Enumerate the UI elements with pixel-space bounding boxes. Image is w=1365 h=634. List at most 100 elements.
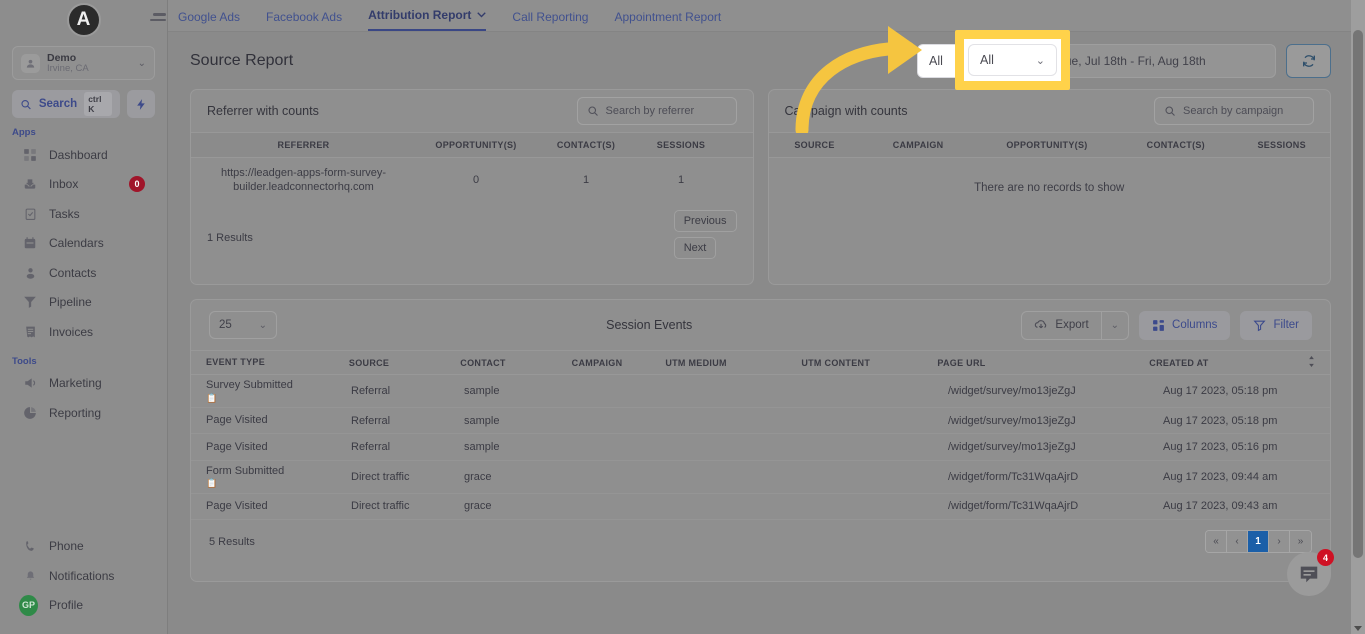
sidebar-item-profile[interactable]: GP Profile <box>0 591 168 621</box>
pagination-last[interactable]: » <box>1290 531 1311 552</box>
event-page-url: /widget/form/Tc31WqaAjrD <box>948 471 1163 483</box>
tab-label: Call Reporting <box>512 10 588 24</box>
sidebar-item-label: Invoices <box>49 325 93 339</box>
location-switcher[interactable]: Demo Irvine, CA ⌄ <box>12 46 155 80</box>
pie-chart-icon <box>22 405 38 421</box>
contacts-icon <box>22 265 38 281</box>
referrer-search-placeholder: Search by referrer <box>606 105 695 117</box>
page-size-select[interactable]: 25 ⌄ <box>209 311 277 339</box>
location-avatar-icon <box>21 54 40 73</box>
export-button[interactable]: Export <box>1021 311 1101 340</box>
tab-label: Facebook Ads <box>266 10 342 24</box>
sidebar-item-dashboard[interactable]: Dashboard <box>0 140 167 170</box>
session-events-footer: 5 Results « ‹ 1 › » <box>191 520 1330 563</box>
column-header: CONTACT(S) <box>536 140 636 150</box>
tab-google-ads[interactable]: Google Ads <box>178 10 240 31</box>
pagination-first[interactable]: « <box>1206 531 1227 552</box>
scrollbar-thumb[interactable] <box>1353 30 1363 558</box>
sidebar-item-phone[interactable]: Phone <box>0 532 168 562</box>
app-logo[interactable]: A <box>0 0 167 40</box>
referrer-card-footer: 1 Results Previous Next <box>191 202 753 272</box>
column-header: OPPORTUNITY(S) <box>416 140 536 150</box>
sort-icon[interactable] <box>1307 356 1330 369</box>
sidebar-item-tasks[interactable]: Tasks <box>0 199 167 229</box>
search-input[interactable]: Search ctrl K <box>12 90 120 118</box>
column-header: CONTACT(S) <box>1118 140 1233 150</box>
page-title: Source Report <box>190 52 293 70</box>
event-created-at: Aug 17 2023, 05:18 pm <box>1163 385 1323 397</box>
download-cloud-icon <box>1034 318 1048 332</box>
referrer-next-button[interactable]: Next <box>674 237 717 259</box>
tab-call-reporting[interactable]: Call Reporting <box>512 10 588 31</box>
refresh-button[interactable] <box>1286 44 1331 78</box>
columns-button[interactable]: Columns <box>1139 311 1230 340</box>
search-icon <box>587 105 599 117</box>
clipboard-icon[interactable]: 📋 <box>206 478 351 488</box>
event-contact: sample <box>464 385 577 397</box>
search-icon <box>1164 105 1176 117</box>
column-header: CONTACT <box>460 358 571 368</box>
sidebar-group-label-tools: Tools <box>12 356 167 367</box>
pagination-page-1[interactable]: 1 <box>1248 531 1269 552</box>
campaign-search-input[interactable]: Search by campaign <box>1154 97 1314 125</box>
tab-facebook-ads[interactable]: Facebook Ads <box>266 10 342 31</box>
sidebar-item-reporting[interactable]: Reporting <box>0 398 167 428</box>
event-page-url: /widget/survey/mo13jeZgJ <box>948 415 1163 427</box>
event-contact: sample <box>464 415 577 427</box>
sidebar-item-marketing[interactable]: Marketing <box>0 369 167 399</box>
sidebar-item-inbox[interactable]: Inbox 0 <box>0 170 167 200</box>
column-header: SESSIONS <box>1233 140 1330 150</box>
referrer-search-input[interactable]: Search by referrer <box>577 97 737 125</box>
table-row[interactable]: Page Visited Referral sample /widget/sur… <box>191 408 1330 434</box>
chat-unread-badge: 4 <box>1317 549 1334 566</box>
event-type-label: Form Submitted <box>206 465 284 477</box>
referrer-results-count: 1 Results <box>207 232 253 244</box>
chevron-down-icon: ⌄ <box>1111 320 1119 331</box>
pagination-next[interactable]: › <box>1269 531 1290 552</box>
referrer-previous-button[interactable]: Previous <box>674 210 737 232</box>
tab-appointment-report[interactable]: Appointment Report <box>614 10 721 31</box>
campaign-search-placeholder: Search by campaign <box>1183 105 1283 117</box>
filter-button[interactable]: Filter <box>1240 311 1312 340</box>
table-row[interactable]: Survey Submitted 📋 Referral sample /widg… <box>191 375 1330 408</box>
tab-label: Attribution Report <box>368 8 471 22</box>
event-type: Page Visited <box>199 500 351 513</box>
referrer-card-header: Referrer with counts Search by referrer <box>191 90 753 132</box>
sidebar-item-contacts[interactable]: Contacts <box>0 258 167 288</box>
search-shortcut: ctrl K <box>84 92 112 116</box>
source-filter-select-highlighted[interactable]: All ⌄ <box>968 44 1057 76</box>
sidebar-item-notifications[interactable]: Notifications <box>0 561 168 591</box>
pagination-prev[interactable]: ‹ <box>1227 531 1248 552</box>
page-scrollbar[interactable] <box>1351 0 1365 634</box>
logo-mark: A <box>67 3 101 37</box>
table-row[interactable]: Page Visited Referral sample /widget/sur… <box>191 434 1330 460</box>
scroll-down-arrow-icon[interactable] <box>1354 626 1362 631</box>
column-header: OPPORTUNITY(S) <box>976 140 1119 150</box>
tab-attribution-report[interactable]: Attribution Report <box>368 8 486 31</box>
location-sub: Irvine, CA <box>47 64 131 74</box>
event-page-url: /widget/survey/mo13jeZgJ <box>948 441 1163 453</box>
inbox-badge: 0 <box>129 176 145 192</box>
sidebar-collapse-toggle[interactable] <box>150 13 166 24</box>
search-icon <box>20 98 32 111</box>
table-row[interactable]: Form Submitted 📋 Direct traffic grace /w… <box>191 461 1330 494</box>
sidebar-item-pipeline[interactable]: Pipeline <box>0 288 167 318</box>
export-dropdown-button[interactable]: ⌄ <box>1102 311 1129 340</box>
column-header: SOURCE <box>349 358 460 368</box>
table-row[interactable]: Page Visited Direct traffic grace /widge… <box>191 494 1330 520</box>
column-header: CREATED AT <box>1149 358 1307 368</box>
pagination: « ‹ 1 › » <box>1205 530 1312 553</box>
search-label: Search <box>39 98 77 110</box>
sidebar-item-invoices[interactable]: Invoices <box>0 317 167 347</box>
chat-widget-button[interactable]: 4 <box>1287 552 1331 596</box>
quick-actions-button[interactable] <box>127 90 155 118</box>
clipboard-icon[interactable]: 📋 <box>206 393 351 403</box>
calendar-icon <box>22 235 38 251</box>
sidebar-bottom: Phone Notifications GP Profile <box>0 532 168 621</box>
sidebar-item-calendars[interactable]: Calendars <box>0 229 167 259</box>
tab-label: Appointment Report <box>614 10 721 24</box>
column-header: EVENT TYPE <box>199 357 349 367</box>
column-header: SESSIONS <box>636 140 726 150</box>
sidebar-group-label-apps: Apps <box>12 127 167 138</box>
sidebar-item-label: Tasks <box>49 207 80 221</box>
